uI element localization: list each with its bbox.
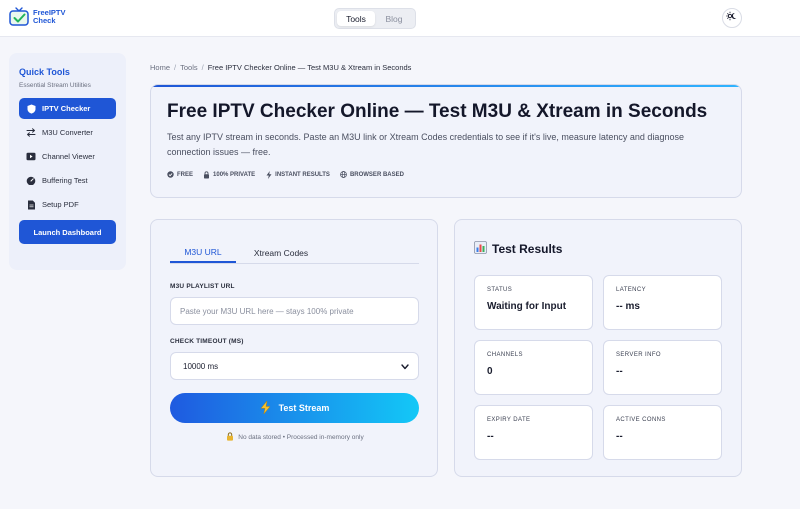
results-title: Test Results — [492, 242, 563, 256]
result-value: -- — [616, 431, 623, 442]
sidebar-subtitle: Essential Stream Utilities — [19, 82, 91, 89]
sidebar-item-label: Setup PDF — [42, 200, 79, 209]
m3u-url-input[interactable] — [170, 297, 419, 325]
feature-tags: FREE 100% PRIVATE INSTANT RESULTS BROWSE… — [167, 170, 404, 179]
sun-moon-icon — [726, 9, 738, 27]
timeout-select-value: 10000 ms — [183, 361, 219, 371]
check-badge-icon — [167, 171, 174, 178]
result-expiry-date: EXPIRY DATE -- — [474, 405, 593, 460]
logo[interactable]: FreeIPTV Check — [8, 6, 66, 28]
tag-label: BROWSER BASED — [349, 171, 404, 178]
result-latency: LATENCY -- ms — [603, 275, 722, 330]
shield-icon — [26, 104, 36, 114]
tag-label: INSTANT RESULTS — [275, 171, 330, 178]
result-value: -- ms — [616, 301, 640, 312]
tag-browser: BROWSER BASED — [340, 171, 404, 178]
result-label: ACTIVE CONNS — [616, 417, 666, 423]
results-heading: Test Results — [474, 241, 562, 257]
swap-arrows-icon — [26, 128, 36, 138]
sidebar-item-iptv-checker[interactable]: IPTV Checker — [19, 98, 116, 119]
sidebar-list: IPTV Checker M3U Converter Channel Viewe… — [19, 98, 116, 215]
launch-dashboard-button[interactable]: Launch Dashboard — [19, 220, 116, 244]
lightning-icon — [265, 170, 272, 179]
result-value: 0 — [487, 366, 493, 377]
input-mode-tabs: M3U URL Xtream Codes — [170, 242, 419, 264]
breadcrumb-current: Free IPTV Checker Online — Test M3U & Xt… — [207, 63, 412, 72]
privacy-note: No data stored • Processed in-memory onl… — [151, 432, 439, 443]
nav-tab-blog[interactable]: Blog — [375, 11, 413, 26]
test-stream-button[interactable]: Test Stream — [170, 393, 419, 423]
tag-label: 100% PRIVATE — [213, 171, 256, 178]
checker-card: M3U URL Xtream Codes M3U PLAYLIST URL CH… — [150, 219, 438, 477]
hero-card: Free IPTV Checker Online — Test M3U & Xt… — [150, 84, 742, 198]
gauge-icon — [26, 176, 36, 186]
lock-icon — [203, 170, 210, 178]
tag-private: 100% PRIVATE — [203, 170, 256, 178]
result-active-conns: ACTIVE CONNS -- — [603, 405, 722, 460]
timeout-select[interactable]: 10000 ms — [170, 352, 419, 380]
tag-free: FREE — [167, 171, 193, 178]
tv-check-icon — [8, 6, 30, 28]
result-label: EXPIRY DATE — [487, 417, 531, 423]
result-value: -- — [616, 366, 623, 377]
tag-label: FREE — [177, 171, 194, 178]
sidebar-item-buffering-test[interactable]: Buffering Test — [19, 170, 116, 191]
lightning-icon — [260, 399, 271, 416]
result-value: Waiting for Input — [487, 301, 567, 312]
result-server-info: SERVER INFO -- — [603, 340, 722, 395]
sidebar-item-label: Buffering Test — [42, 176, 88, 185]
results-card: Test Results STATUS Waiting for Input LA… — [454, 219, 742, 477]
sidebar-item-label: IPTV Checker — [42, 104, 91, 113]
top-bar: FreeIPTV Check Tools Blog — [0, 0, 800, 37]
result-status: STATUS Waiting for Input — [474, 275, 593, 330]
result-label: STATUS — [487, 287, 513, 293]
breadcrumb-separator: / — [174, 63, 177, 72]
logo-line2: Check — [33, 16, 56, 25]
test-stream-label: Test Stream — [278, 403, 330, 413]
document-icon — [26, 200, 36, 210]
result-label: LATENCY — [616, 287, 647, 293]
bar-chart-icon — [474, 241, 487, 257]
url-field-label: M3U PLAYLIST URL — [170, 283, 235, 290]
lock-icon — [226, 432, 234, 443]
sidebar-item-m3u-converter[interactable]: M3U Converter — [19, 122, 116, 143]
tab-m3u-url[interactable]: M3U URL — [170, 242, 236, 263]
hero-accent-bar — [151, 85, 741, 87]
sidebar-item-label: M3U Converter — [42, 128, 93, 137]
breadcrumb-home[interactable]: Home — [150, 63, 170, 72]
tag-instant: INSTANT RESULTS — [265, 170, 330, 179]
result-label: CHANNELS — [487, 352, 523, 358]
globe-icon — [340, 171, 347, 178]
breadcrumb-tools[interactable]: Tools — [180, 63, 198, 72]
play-screen-icon — [26, 152, 36, 162]
theme-toggle-button[interactable] — [722, 8, 742, 28]
result-label: SERVER INFO — [616, 352, 661, 358]
sidebar-item-label: Channel Viewer — [42, 152, 95, 161]
sidebar-item-channel-viewer[interactable]: Channel Viewer — [19, 146, 116, 167]
results-grid: STATUS Waiting for Input LATENCY -- ms C… — [474, 275, 724, 460]
result-value: -- — [487, 431, 494, 442]
page-title: Free IPTV Checker Online — Test M3U & Xt… — [167, 101, 708, 122]
hero-description: Test any IPTV stream in seconds. Paste a… — [167, 132, 684, 157]
logo-text: FreeIPTV Check — [33, 9, 66, 25]
timeout-field-label: CHECK TIMEOUT (MS) — [170, 338, 244, 345]
tab-xtream-codes[interactable]: Xtream Codes — [236, 242, 326, 263]
nav-tab-tools[interactable]: Tools — [337, 11, 375, 26]
breadcrumb: Home / Tools / Free IPTV Checker Online … — [150, 63, 411, 72]
result-channels: CHANNELS 0 — [474, 340, 593, 395]
breadcrumb-separator: / — [201, 63, 204, 72]
sidebar: Quick Tools Essential Stream Utilities I… — [9, 53, 126, 270]
chevron-down-icon — [401, 363, 409, 372]
privacy-note-text: No data stored • Processed in-memory onl… — [238, 434, 364, 441]
main-nav: Tools Blog — [334, 8, 416, 29]
sidebar-title: Quick Tools — [19, 67, 70, 77]
sidebar-item-setup-pdf[interactable]: Setup PDF — [19, 194, 116, 215]
